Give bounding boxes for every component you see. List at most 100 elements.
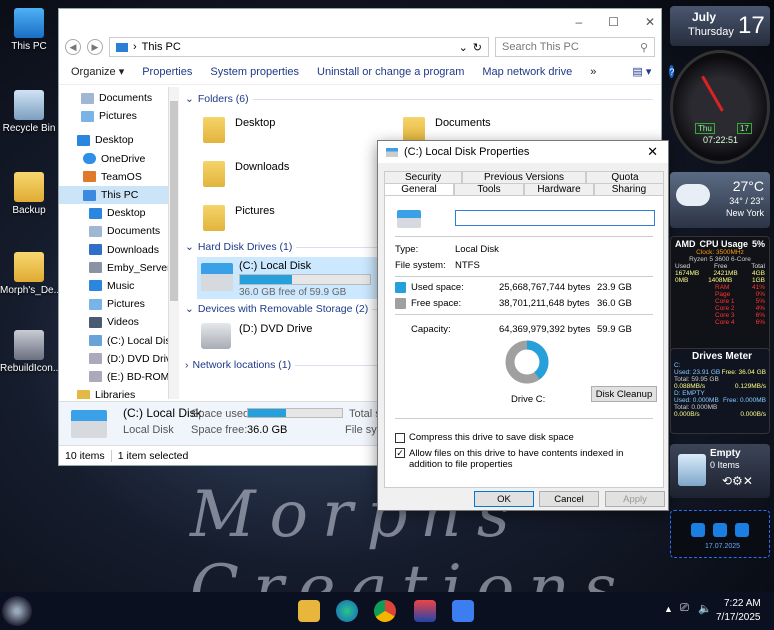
breadcrumb[interactable]: This PC — [142, 41, 181, 53]
recycle-bin-gadget[interactable]: Empty 0 Items ⟲⚙✕ — [670, 444, 770, 498]
weather-gadget[interactable]: 27°C 34° / 23° New York — [670, 172, 770, 228]
nav-item-downloads[interactable]: Downloads — [89, 241, 168, 259]
nav-item-dvd[interactable]: (D:) DVD Drive — [89, 350, 168, 368]
nav-item-documents-pinned[interactable]: Documents — [81, 89, 168, 107]
disk-cleanup-button[interactable]: Disk Cleanup — [591, 386, 657, 402]
music-icon — [89, 280, 102, 292]
tab-security[interactable]: Security — [384, 171, 463, 183]
start-button[interactable] — [2, 596, 32, 626]
folder-desktop[interactable]: Desktop — [203, 117, 275, 143]
drive-label-input[interactable] — [455, 210, 655, 226]
nav-item-teamos[interactable]: TeamOS — [77, 168, 168, 186]
nav-item-local-disk[interactable]: (C:) Local Disk — [89, 331, 168, 349]
group-label: Network locations (1) — [192, 359, 292, 371]
file-explorer-taskbar-icon[interactable] — [298, 600, 320, 622]
index-checkbox[interactable]: ✓ — [395, 448, 405, 458]
apply-button[interactable]: Apply — [605, 491, 665, 507]
drive-usage-fill — [240, 275, 292, 284]
desktop-icon-recycle-bin[interactable]: Recycle Bin — [0, 90, 58, 134]
compress-checkbox[interactable] — [395, 432, 405, 443]
weather-range: 34° / 23° — [729, 196, 764, 206]
fs-value: NTFS — [455, 260, 480, 271]
back-button[interactable]: ◀ — [65, 39, 81, 55]
edge-taskbar-icon[interactable] — [336, 600, 358, 622]
forward-button[interactable]: ▶ — [87, 39, 103, 55]
nav-item-videos[interactable]: Videos — [89, 313, 168, 331]
tab-sharing[interactable]: Sharing — [594, 183, 664, 195]
folder-downloads[interactable]: Downloads — [203, 161, 289, 187]
nav-item-bdrom[interactable]: (E:) BD-ROM D — [89, 368, 168, 386]
nav-item-onedrive[interactable]: OneDrive — [77, 150, 168, 168]
security-gadget[interactable]: 17.07.2025 — [670, 510, 770, 558]
tab-previous-versions[interactable]: Previous Versions — [462, 171, 586, 183]
nav-item-pictures[interactable]: Pictures — [89, 295, 168, 313]
nav-item-desktop-2[interactable]: Desktop — [89, 204, 168, 222]
drives-meter-gadget[interactable]: Drives Meter C: Used: 23.91 GB Free: 36.0… — [670, 348, 770, 434]
close-button[interactable]: ✕ — [645, 15, 655, 29]
chevron-down-icon[interactable]: ⌄ — [459, 41, 468, 54]
cpu-val: 2421MB — [713, 270, 738, 277]
cpu-brand: AMD — [675, 239, 696, 249]
nav-item-music[interactable]: Music — [89, 277, 168, 295]
desktop-icon-backup[interactable]: Backup — [0, 172, 58, 216]
help-icon[interactable]: ? — [669, 65, 675, 78]
drive-c-write: 0.129MB/s — [734, 383, 766, 390]
nav-scrollbar[interactable] — [169, 87, 179, 399]
address-bar[interactable]: › This PC ⌄ ↻ — [109, 37, 489, 57]
chrome-taskbar-icon[interactable] — [374, 600, 396, 622]
scrollbar-thumb[interactable] — [170, 101, 178, 301]
clock-gadget[interactable]: Thu 17 07:22:51 — [670, 50, 770, 164]
volume-icon[interactable]: 🔈 — [698, 602, 712, 615]
refresh-icon[interactable]: ↻ — [473, 41, 482, 54]
nav-item-pictures-pinned[interactable]: Pictures — [81, 107, 168, 125]
dialog-close-button[interactable]: ✕ — [637, 144, 668, 160]
calendar-gadget[interactable]: July Thursday 17 — [670, 6, 770, 46]
tab-quota[interactable]: Quota — [585, 171, 664, 183]
calendar-taskbar-icon[interactable] — [452, 600, 474, 622]
nav-item-desktop[interactable]: Desktop — [77, 131, 168, 149]
drive-d-used: Used: 0.000MB — [674, 397, 719, 404]
nav-label: OneDrive — [101, 152, 146, 165]
details-free-label: Space free: — [191, 424, 248, 436]
more-commands-button[interactable]: » — [590, 66, 596, 78]
chevron-up-icon[interactable]: ▲ — [664, 604, 673, 614]
properties-button[interactable]: Properties — [142, 66, 192, 78]
folder-pictures[interactable]: Pictures — [203, 205, 275, 231]
app-taskbar-icon[interactable] — [414, 600, 436, 622]
folder-icon — [14, 252, 44, 282]
map-network-drive-button[interactable]: Map network drive — [482, 66, 572, 78]
nav-item-libraries[interactable]: Libraries — [77, 386, 168, 399]
cancel-button[interactable]: Cancel — [539, 491, 599, 507]
cpu-col-free: Free — [714, 263, 728, 270]
nav-item-emby[interactable]: Emby_Server2.0 — [89, 259, 168, 277]
drive-c-tile[interactable]: (C:) Local Disk 36.0 GB free of 59.9 GB — [197, 257, 377, 299]
index-label: Allow files on this drive to have conten… — [409, 448, 624, 470]
tab-hardware[interactable]: Hardware — [524, 183, 594, 195]
network-icon[interactable]: ⎚ — [680, 602, 689, 615]
folder-label: Downloads — [235, 161, 290, 173]
maximize-button[interactable]: ☐ — [608, 15, 619, 29]
view-options-icon[interactable]: ▤ ▾ — [632, 65, 651, 78]
nav-label: TeamOS — [101, 170, 142, 183]
system-properties-button[interactable]: System properties — [210, 66, 299, 78]
cpu-val: 0MB — [675, 277, 689, 284]
minimize-button[interactable]: – — [575, 15, 582, 29]
drive-c-used: Used: 23.91 GB — [674, 369, 721, 376]
nav-item-documents[interactable]: Documents — [89, 222, 168, 240]
desktop-icon-this-pc[interactable]: This PC — [0, 8, 58, 52]
search-input[interactable]: Search This PC ⚲ — [495, 37, 655, 57]
desktop-icon-morphs[interactable]: Morph's_De... — [0, 252, 62, 296]
uninstall-button[interactable]: Uninstall or change a program — [317, 66, 464, 78]
group-header-folders[interactable]: ⌄ Folders (6) — [185, 91, 653, 107]
cpu-usage-gadget[interactable]: AMD CPU Usage 5% Clock: 3500MHz Ryzen 5 36… — [670, 236, 770, 364]
nav-item-this-pc[interactable]: This PC — [59, 185, 168, 205]
drive-caption: Drive C: — [511, 394, 546, 405]
organize-button[interactable]: Organize ▾ — [71, 65, 124, 78]
free-label: Free space: — [411, 298, 462, 309]
tab-tools[interactable]: Tools — [454, 183, 524, 195]
desktop-icon-rebuild[interactable]: RebuildIcon... — [0, 330, 61, 374]
recycle-actions-icon[interactable]: ⟲⚙✕ — [722, 474, 753, 488]
folder-label: Desktop — [235, 117, 276, 129]
ok-button[interactable]: OK — [474, 491, 534, 507]
tab-general[interactable]: General — [384, 183, 454, 195]
